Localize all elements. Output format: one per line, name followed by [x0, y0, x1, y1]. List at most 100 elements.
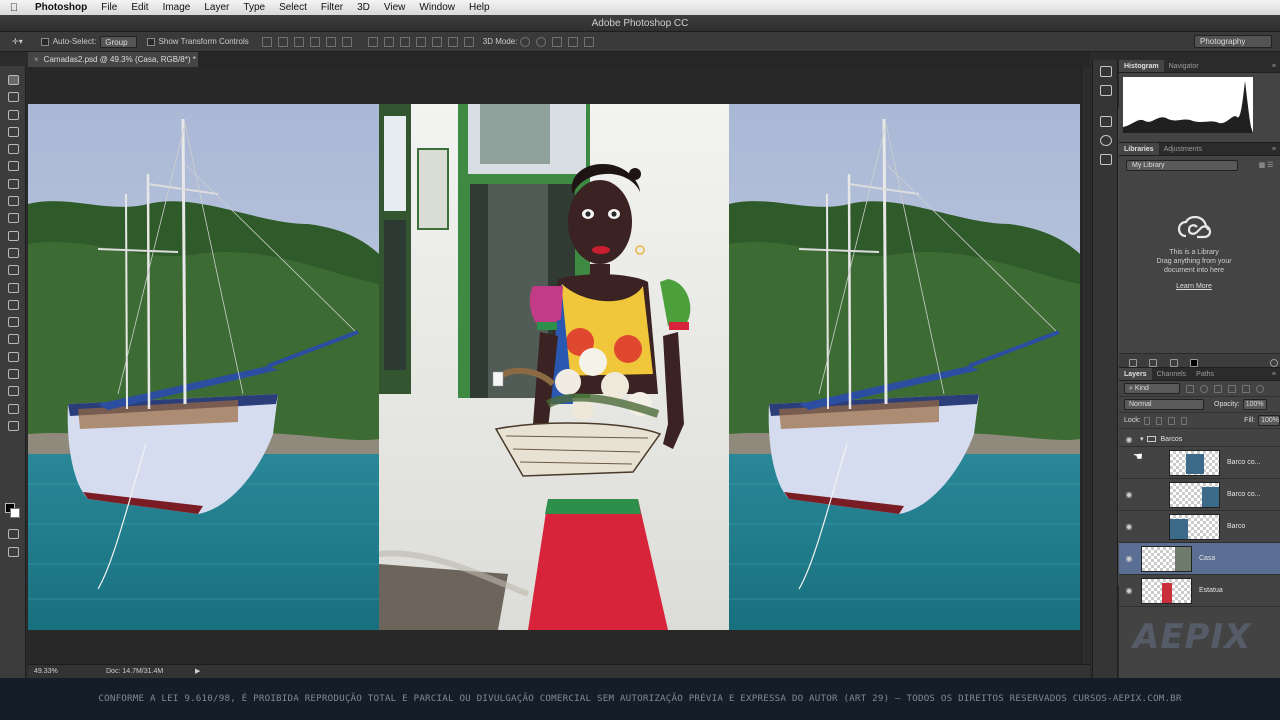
distribute-vcenter-icon[interactable]	[383, 36, 394, 47]
add-color-icon[interactable]	[1189, 359, 1198, 367]
hand-tool-icon[interactable]	[6, 385, 20, 397]
3d-roll-icon[interactable]	[536, 36, 547, 47]
menu-select[interactable]: Select	[272, 2, 314, 13]
distribute-bottom-icon[interactable]	[399, 36, 410, 47]
type-tool-icon[interactable]	[6, 333, 20, 345]
auto-select-option[interactable]: Auto-Select: Group	[40, 35, 137, 48]
distribute-left-icon[interactable]	[415, 36, 426, 47]
history-brush-tool-icon[interactable]	[6, 230, 20, 241]
3d-slide-icon[interactable]	[568, 36, 579, 47]
filter-pixel-icon[interactable]	[1186, 384, 1194, 393]
align-top-icon[interactable]	[261, 36, 272, 47]
menu-image[interactable]: Image	[156, 2, 198, 13]
filter-smart-object-icon[interactable]	[1242, 384, 1250, 393]
auto-select-checkbox[interactable]	[40, 37, 49, 46]
zoom-tool-icon[interactable]	[6, 403, 20, 414]
menu-file[interactable]: File	[94, 2, 124, 13]
libraries-menu-icon[interactable]: ≡	[1272, 143, 1276, 156]
tab-navigator[interactable]: Navigator	[1164, 60, 1204, 72]
menu-window[interactable]: Window	[412, 2, 462, 13]
layer-group-barcos[interactable]: ◉ ▾ Barcos	[1119, 432, 1280, 447]
tab-histogram[interactable]: Histogram	[1119, 60, 1164, 72]
menu-view[interactable]: View	[377, 2, 413, 13]
blend-mode-dropdown[interactable]: Normal	[1124, 399, 1204, 410]
menu-help[interactable]: Help	[462, 2, 497, 13]
filter-toggle-icon[interactable]	[1256, 384, 1264, 393]
tab-paths[interactable]: Paths	[1191, 368, 1219, 380]
background-color-swatch[interactable]	[10, 508, 20, 518]
align-right-icon[interactable]	[341, 36, 352, 47]
layer-visibility-eye-icon[interactable]: ◉	[1122, 522, 1136, 531]
lock-position-icon[interactable]	[1168, 416, 1175, 425]
library-dropdown[interactable]: My Library	[1126, 160, 1238, 171]
group-visibility-eye-icon[interactable]: ◉	[1122, 435, 1136, 444]
extra-tools-icon[interactable]	[6, 420, 20, 431]
filter-type-icon[interactable]	[1214, 384, 1222, 393]
align-hcenter-icon[interactable]	[325, 36, 336, 47]
lasso-tool-icon[interactable]	[6, 109, 20, 120]
crop-tool-icon[interactable]	[6, 143, 20, 155]
rectangle-tool-icon[interactable]	[6, 368, 20, 380]
library-view-toggle-icon[interactable]: ▦ ☰	[1256, 161, 1276, 170]
fill-input[interactable]: 100%	[1258, 415, 1280, 426]
layer-visibility-eye-icon[interactable]: ◉	[1122, 490, 1136, 499]
layer-visibility-eye-icon[interactable]: ◉	[1122, 586, 1136, 595]
kind-filter-dropdown[interactable]: ⌕ Kind	[1124, 383, 1180, 394]
path-select-tool-icon[interactable]	[6, 351, 20, 362]
sync-icon[interactable]	[1270, 359, 1279, 367]
filter-shape-icon[interactable]	[1228, 384, 1236, 393]
actions-panel-icon[interactable]	[1100, 85, 1112, 96]
add-text-style-icon[interactable]	[1149, 359, 1158, 367]
menu-3d[interactable]: 3D	[350, 2, 377, 13]
gradient-tool-icon[interactable]	[6, 264, 20, 276]
quick-mask-icon[interactable]	[6, 528, 20, 539]
lock-all-icon[interactable]	[1180, 416, 1188, 425]
transform-controls-option[interactable]: Show Transform Controls	[146, 37, 249, 46]
layers-menu-icon[interactable]: ≡	[1272, 368, 1276, 381]
layer-barco-copy-2[interactable]: Barco co...	[1119, 447, 1280, 479]
tab-adjustments[interactable]: Adjustments	[1159, 143, 1208, 155]
info-panel-icon[interactable]	[1100, 135, 1112, 146]
3d-scale-icon[interactable]	[584, 36, 595, 47]
dodge-tool-icon[interactable]	[6, 299, 20, 310]
tab-layers[interactable]: Layers	[1119, 368, 1152, 380]
align-bottom-icon[interactable]	[293, 36, 304, 47]
move-tool-preset-icon[interactable]: ✛▾	[12, 37, 23, 46]
distribute-right-icon[interactable]	[447, 36, 458, 47]
align-vcenter-icon[interactable]	[277, 36, 288, 47]
screen-mode-icon[interactable]	[6, 546, 20, 557]
layer-visibility-eye-icon[interactable]: ◉	[1122, 554, 1136, 563]
history-panel-icon[interactable]	[1100, 66, 1112, 77]
apple-icon[interactable]: 	[0, 2, 28, 14]
menu-edit[interactable]: Edit	[124, 2, 155, 13]
opacity-input[interactable]: 100%	[1242, 399, 1267, 410]
eyedropper-tool-icon[interactable]	[6, 160, 20, 172]
document-tab[interactable]: × Camadas2.psd @ 49.3% (Casa, RGB/8*) *	[28, 52, 198, 67]
panel-menu-icon[interactable]: ≡	[1272, 60, 1276, 73]
move-tool-icon[interactable]	[6, 74, 20, 85]
menu-filter[interactable]: Filter	[314, 2, 350, 13]
canvas-vertical-scrollbar[interactable]	[1081, 67, 1122, 664]
close-tab-icon[interactable]: ×	[34, 55, 39, 64]
group-expand-icon[interactable]: ▾	[1140, 435, 1144, 443]
blur-tool-icon[interactable]	[6, 282, 20, 293]
quick-select-tool-icon[interactable]	[6, 126, 20, 137]
healing-brush-tool-icon[interactable]	[6, 178, 20, 189]
align-left-icon[interactable]	[309, 36, 320, 47]
layer-barco[interactable]: ◉ Barco	[1119, 511, 1280, 543]
auto-select-dropdown[interactable]: Group	[100, 35, 137, 48]
eraser-tool-icon[interactable]	[6, 247, 20, 258]
transform-controls-checkbox[interactable]	[146, 37, 155, 46]
zoom-level[interactable]: 49.33%	[34, 665, 58, 679]
tab-channels[interactable]: Channels	[1152, 368, 1192, 380]
add-graphic-icon[interactable]	[1128, 359, 1137, 367]
distribute-top-icon[interactable]	[367, 36, 378, 47]
menu-layer[interactable]: Layer	[197, 2, 236, 13]
workspace-dropdown[interactable]: Photography	[1194, 35, 1272, 48]
auto-align-icon[interactable]	[463, 36, 474, 47]
add-fx-icon[interactable]	[1169, 359, 1178, 367]
status-menu-arrow-icon[interactable]: ▶	[195, 665, 200, 679]
distribute-hcenter-icon[interactable]	[431, 36, 442, 47]
3d-pan-icon[interactable]	[552, 36, 563, 47]
brush-tool-icon[interactable]	[6, 195, 20, 207]
